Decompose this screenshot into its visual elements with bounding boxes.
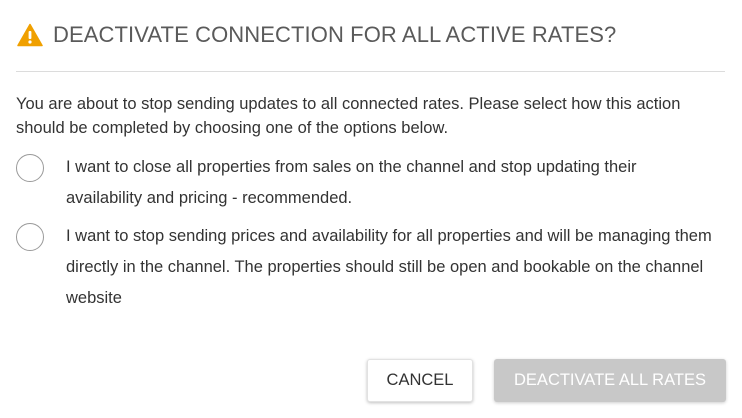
option-close-properties-radio[interactable] — [16, 154, 44, 182]
dialog-title: DEACTIVATE CONNECTION FOR ALL ACTIVE RAT… — [53, 22, 617, 47]
header-divider — [16, 71, 725, 72]
deactivate-connection-dialog: DEACTIVATE CONNECTION FOR ALL ACTIVE RAT… — [0, 0, 742, 418]
deactivate-all-rates-button[interactable]: DEACTIVATE ALL RATES — [494, 359, 726, 402]
option-manage-directly-label[interactable]: I want to stop sending prices and availa… — [66, 221, 716, 314]
option-manage-directly[interactable]: I want to stop sending prices and availa… — [16, 222, 726, 314]
option-manage-directly-radio[interactable] — [16, 223, 44, 251]
dialog-message: You are about to stop sending updates to… — [16, 95, 681, 137]
dialog-header: DEACTIVATE CONNECTION FOR ALL ACTIVE RAT… — [17, 20, 725, 50]
option-close-properties[interactable]: I want to close all properties from sale… — [16, 153, 726, 214]
warning-triangle-icon — [17, 23, 43, 47]
option-close-properties-label[interactable]: I want to close all properties from sale… — [66, 152, 716, 214]
cancel-button[interactable]: CANCEL — [367, 359, 473, 402]
